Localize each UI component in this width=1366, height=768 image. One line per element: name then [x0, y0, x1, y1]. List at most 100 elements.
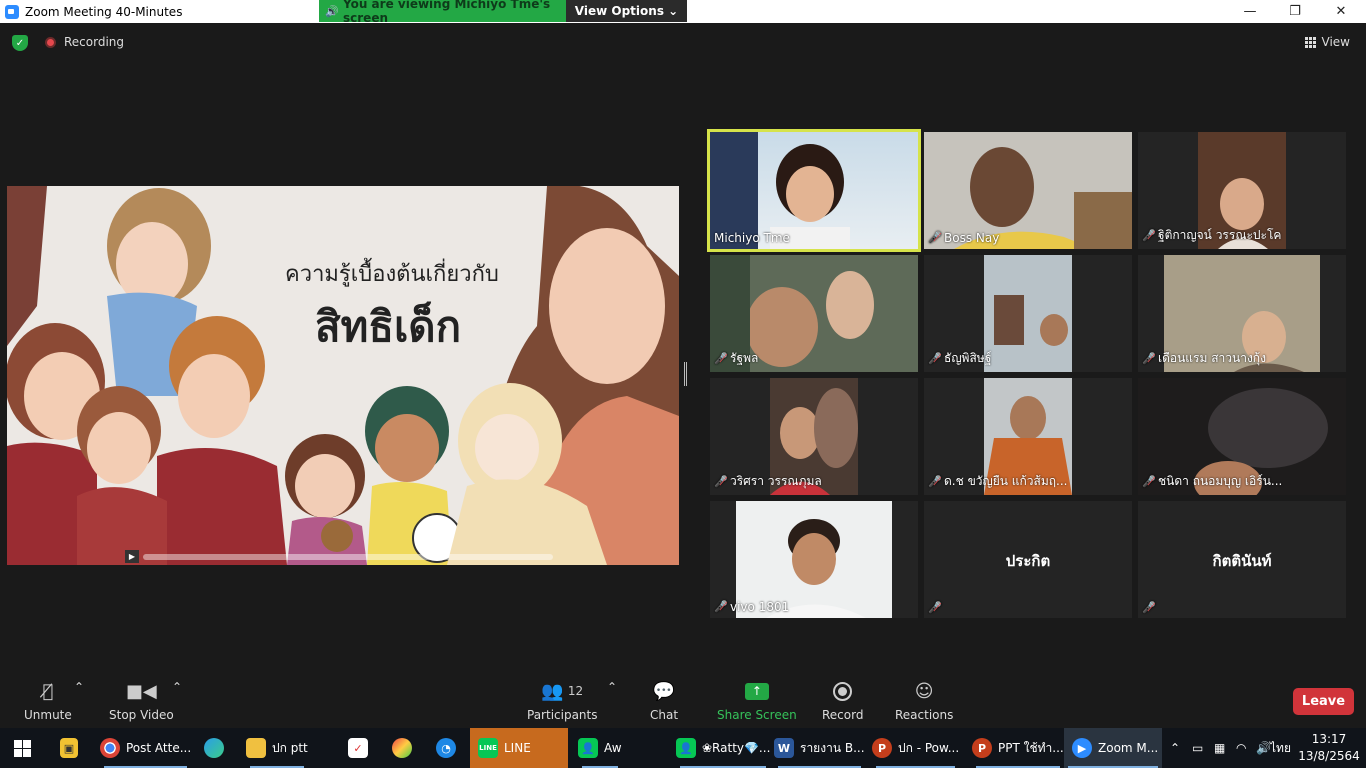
folder-icon [246, 738, 266, 758]
participant-tile[interactable]: Michiyo Tme [707, 129, 921, 252]
participant-tile[interactable]: กิตตินันท์ 🎤̸ [1138, 501, 1346, 618]
restore-button[interactable]: ❐ [1272, 0, 1318, 23]
participant-tile[interactable]: 🎤̸ vivo 1801 [710, 501, 918, 618]
participant-name: กิตตินันท์ [1212, 552, 1272, 570]
windows-start-icon[interactable] [14, 740, 31, 757]
app-icon[interactable]: ◔ [436, 728, 462, 768]
meeting-controls: 🎙̸ Unmute ⌃ ■◀ Stop Video ⌃ 👥 12 Particip… [0, 672, 1366, 728]
participant-tile[interactable]: 🎤̸ ธัญพิสิษฐ์ [924, 255, 1132, 372]
store-icon[interactable]: ▣ [60, 728, 84, 768]
taskbar-folder[interactable]: ปก ptt [246, 728, 308, 768]
participant-tile[interactable]: 🎤̸ Boss Nay [924, 132, 1132, 249]
participant-name: Boss Nay [944, 231, 1000, 245]
slide-illustration [7, 186, 679, 565]
taskbar-line-chat[interactable]: 👤 Aw [578, 728, 622, 768]
muted-mic-icon: 🎤̸ [1142, 474, 1156, 488]
wifi-icon[interactable]: ◠ [1236, 728, 1246, 768]
share-screen-button[interactable]: ↑ Share Screen [717, 680, 797, 722]
chat-button[interactable]: 💬 Chat [650, 680, 678, 723]
play-icon[interactable]: ▶ [125, 550, 139, 563]
grid-icon [1304, 36, 1316, 48]
muted-mic-icon: 🎤̸ [1142, 601, 1156, 614]
muted-mic-icon: 🎤̸ [928, 601, 942, 614]
recording-indicator[interactable]: Recording [45, 35, 124, 49]
participant-name: เดือนแรม สาวนางกุ้ง [1158, 351, 1266, 365]
record-button[interactable]: Record [822, 680, 863, 722]
speaker-icon: 🔊 [325, 5, 339, 18]
muted-mic-icon: 🎤̸ [1142, 228, 1156, 242]
muted-mic-icon: 🎤̸ [928, 351, 942, 365]
participant-name: ฐิติกาญจน์ วรรณะปะโค [1158, 228, 1282, 242]
battery-icon[interactable]: ▭ [1192, 728, 1203, 768]
muted-mic-icon: 🎤̸ [714, 474, 728, 488]
tray-chevron-icon[interactable]: ⌃ [1170, 728, 1180, 768]
view-label: View [1321, 35, 1350, 49]
participant-video [984, 255, 1072, 372]
muted-mic-icon: 🎤̸ [928, 474, 942, 488]
taskbar-powerpoint[interactable]: P ปก - Pow... [872, 728, 959, 768]
participant-tile[interactable]: ประกิต 🎤̸ [924, 501, 1132, 618]
windows-taskbar: ▣ Post Atte... ปก ptt ✓ ◔ LINE LINE 👤 Aw 👤… [0, 728, 1366, 768]
split-handle[interactable] [684, 362, 687, 386]
shared-screen[interactable]: ความรู้เบื้องต้นเกี่ยวกับ สิทธิเด็ก ▶ [7, 186, 679, 565]
people-icon: 👥 [541, 680, 564, 702]
slide-title: สิทธิเด็ก [315, 302, 462, 351]
taskbar-zoom[interactable]: ▶ Zoom M... [1064, 728, 1162, 768]
close-button[interactable]: ✕ [1318, 0, 1364, 23]
recording-dot-icon [45, 36, 56, 48]
participant-tile[interactable]: 🎤̸ ชนิดา ถนอมบุญ เอิร์น... [1138, 378, 1346, 495]
participant-name: รัฐพล [730, 351, 759, 365]
participant-name: ด.ช ขวัญยืน แก้วส้มฤ... [944, 474, 1068, 488]
participant-tile[interactable]: 🎤̸ วริศรา วรรณภุมล [710, 378, 918, 495]
taskbar-line-chat[interactable]: 👤 ❀Ratty💎... [676, 728, 770, 768]
video-options-chevron-icon[interactable]: ⌃ [172, 680, 182, 694]
participant-name: vivo 1801 [730, 600, 790, 614]
view-options-button[interactable]: View Options ⌄ [566, 0, 687, 22]
line-icon: LINE [478, 738, 498, 758]
network-icon[interactable]: ▦ [1214, 728, 1225, 768]
zoom-icon: ▶ [1072, 738, 1092, 758]
contact-icon: 👤 [578, 738, 598, 758]
smiley-plus-icon: ☺ [914, 680, 934, 702]
participant-tile[interactable]: 🎤̸ ด.ช ขวัญยืน แก้วส้มฤ... [924, 378, 1132, 495]
participants-count: 12 [567, 684, 584, 698]
app-icon[interactable] [392, 728, 418, 768]
minimize-button[interactable]: — [1227, 0, 1273, 23]
participant-tile[interactable]: 🎤̸ รัฐพล [710, 255, 918, 372]
unmute-button[interactable]: 🎙̸ Unmute [24, 680, 72, 723]
edge-icon[interactable] [204, 728, 230, 768]
taskbar-chrome[interactable]: Post Atte... [100, 728, 191, 768]
participant-tile[interactable]: 🎤̸ ฐิติกาญจน์ วรรณะปะโค [1138, 132, 1346, 249]
participant-name: ธัญพิสิษฐ์ [944, 351, 992, 365]
reactions-button[interactable]: ☺ Reactions [895, 680, 953, 723]
slide-subtitle: ความรู้เบื้องต้นเกี่ยวกับ [285, 262, 499, 287]
stop-video-button[interactable]: ■◀ Stop Video [109, 680, 174, 723]
taskbar-word[interactable]: W รายงาน B... [774, 728, 865, 768]
leave-button[interactable]: Leave [1293, 688, 1354, 715]
slide-progress-bar[interactable] [143, 554, 553, 560]
taskbar-line[interactable]: LINE LINE [470, 728, 568, 768]
participants-options-chevron-icon[interactable]: ⌃ [607, 680, 617, 694]
recording-label: Recording [64, 35, 125, 49]
volume-icon[interactable]: 🔊 [1256, 728, 1271, 768]
audio-options-chevron-icon[interactable]: ⌃ [74, 680, 84, 694]
word-icon: W [774, 738, 794, 758]
chat-bubble-icon: 💬 [652, 680, 676, 702]
slide-controls: ▶ [7, 549, 567, 565]
clock-date: 13/8/2564 [1298, 749, 1360, 763]
view-button[interactable]: View [1304, 35, 1350, 49]
taskbar-powerpoint[interactable]: P PPT ใช้ทำ... [972, 728, 1064, 768]
taskbar-clock[interactable]: 13:17 13/8/2564 [1296, 731, 1362, 765]
share-arrow-icon: ↑ [744, 682, 769, 700]
muted-mic-icon: 🎤̸ [714, 600, 728, 613]
app-icon[interactable]: ✓ [348, 728, 374, 768]
participant-tile[interactable]: 🎤̸ เดือนแรม สาวนางกุ้ง [1138, 255, 1346, 372]
security-shield-icon[interactable]: ✓ [12, 35, 28, 51]
zoom-logo-icon [5, 4, 19, 19]
participant-name: ชนิดา ถนอมบุญ เอิร์น... [1158, 474, 1283, 488]
zoom-window: Zoom Meeting 40-Minutes — ❐ ✕ 🔊 You are … [0, 0, 1366, 768]
muted-mic-icon: 🎤̸ [714, 351, 728, 365]
language-indicator[interactable]: ไทย [1270, 728, 1291, 768]
participants-button[interactable]: 👥 12 Participants [527, 680, 598, 723]
viewing-banner: 🔊 You are viewing Michiyo Tme's screen V… [319, 0, 687, 25]
